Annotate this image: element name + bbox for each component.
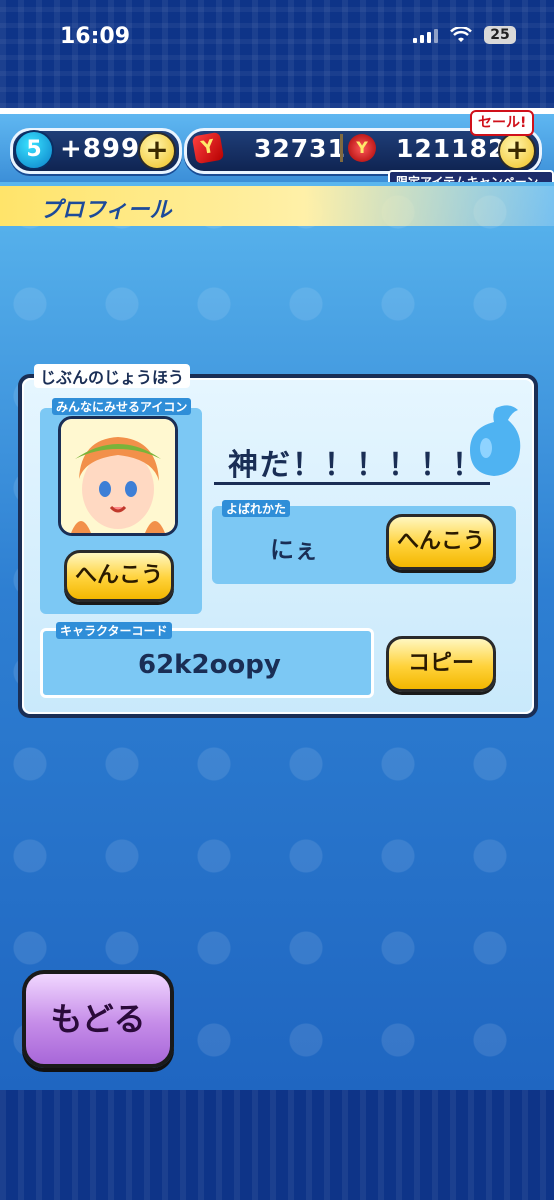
avatar[interactable] — [58, 416, 178, 536]
sale-badge[interactable]: セール! — [470, 110, 535, 136]
battery-icon: 25 — [484, 26, 516, 44]
status-indicators: 25 — [413, 26, 516, 44]
character-code-label: キャラクターコード — [56, 622, 172, 639]
avatar-image-icon — [61, 419, 175, 533]
icon-area-label: みんなにみせるアイコン — [52, 398, 192, 415]
stamina-value: +899 — [60, 134, 141, 164]
currency-divider — [340, 134, 343, 162]
cellular-signal-icon — [413, 27, 438, 43]
bottom-band — [0, 1090, 554, 1200]
currency2-value: 121182 — [396, 134, 507, 163]
copy-button[interactable]: コピー — [386, 636, 496, 692]
status-time: 16:09 — [60, 24, 131, 49]
page-title: プロフィール — [40, 198, 172, 223]
add-stamina-button[interactable]: + — [138, 132, 176, 170]
nickname-change-button[interactable]: へんこう — [386, 514, 496, 570]
y-coin-icon: Y — [348, 134, 376, 162]
player-name: 神だ！！！！！！ — [228, 448, 484, 483]
icon-change-button[interactable]: へんこう — [64, 550, 174, 602]
nickname-label: よばれかた — [222, 500, 291, 517]
wifi-icon — [450, 27, 472, 42]
character-code: 62k2oopy — [138, 650, 281, 680]
y-money-icon: Y — [191, 131, 225, 165]
currency1-value: 32731 — [254, 134, 346, 163]
edit-name-drop-icon[interactable] — [466, 400, 524, 480]
nickname-value: にぇ — [270, 536, 318, 564]
level-badge: 5 — [14, 130, 54, 170]
status-bar-background — [0, 0, 554, 108]
add-currency-button[interactable]: + — [498, 132, 536, 170]
back-button[interactable]: もどる — [22, 970, 174, 1068]
profile-section-label: じぶんのじょうほう — [34, 364, 191, 388]
